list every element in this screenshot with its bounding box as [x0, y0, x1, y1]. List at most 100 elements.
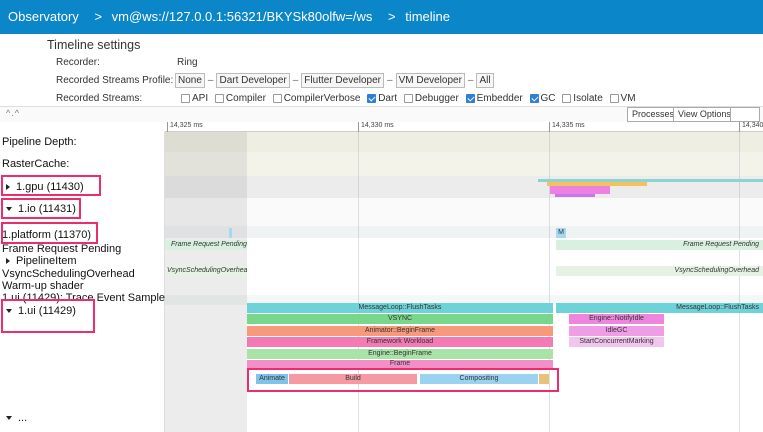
- settings-title: Timeline settings: [47, 38, 141, 52]
- breadcrumb: Observatory > vm@ws://127.0.0.1:56321/BK…: [8, 9, 456, 24]
- animator-begin-frame-slice[interactable]: Animator::BeginFrame: [247, 326, 553, 336]
- expand-arrow-icon[interactable]: [6, 258, 10, 265]
- raster-cache-band: [165, 152, 763, 176]
- stream-label: Embedder: [476, 93, 523, 104]
- top-bar: Observatory > vm@ws://127.0.0.1:56321/BK…: [0, 0, 763, 34]
- time-ruler: 14,325 ms 14,330 ms 14,335 ms 14,340 ms: [165, 122, 763, 132]
- highlight-box: [1, 222, 98, 244]
- streams-label: Recorded Streams:: [56, 93, 143, 104]
- stream-label: Dart: [378, 93, 398, 104]
- idle-gc-slice[interactable]: IdleGC: [569, 326, 664, 336]
- profile-label: Recorded Streams Profile:: [56, 75, 174, 86]
- start-concurrent-marking-slice[interactable]: StartConcurrentMarking: [569, 337, 664, 347]
- stream-label: Debugger: [414, 93, 459, 104]
- timeline-settings: Timeline settings Recorder: Ring Recorde…: [0, 34, 763, 106]
- frame-request-pending-slice[interactable]: Frame Request Pending: [165, 240, 247, 250]
- gpu-slice[interactable]: [555, 194, 595, 197]
- processes-button[interactable]: Processes: [627, 107, 680, 122]
- crumb-timeline: timeline: [405, 9, 450, 24]
- stream-embedder-checkbox[interactable]: Embedder: [465, 93, 523, 104]
- track-pipeline-item[interactable]: PipelineItem: [6, 255, 77, 267]
- frame-slice[interactable]: Frame: [247, 360, 553, 368]
- collapse-arrow-icon[interactable]: [6, 416, 12, 421]
- framework-workload-slice[interactable]: Framework Workload: [247, 337, 553, 347]
- track-pipeline-depth: Pipeline Depth:: [2, 136, 77, 148]
- profile-all-button[interactable]: All: [476, 73, 494, 88]
- checkbox-box[interactable]: [403, 94, 413, 103]
- checkbox-box[interactable]: [465, 94, 475, 103]
- vsync-slice[interactable]: VSYNC: [247, 314, 553, 324]
- track-more[interactable]: ...: [6, 412, 27, 424]
- io-band: [165, 198, 763, 226]
- stream-debugger-checkbox[interactable]: Debugger: [403, 93, 459, 104]
- crumb-observatory[interactable]: Observatory: [8, 9, 79, 24]
- gpu-slice[interactable]: [550, 186, 610, 194]
- checkbox-box[interactable]: [272, 94, 282, 103]
- stream-label: VM: [620, 93, 636, 104]
- track-vsync-overhead: VsyncSchedulingOverhead: [2, 268, 135, 280]
- messageloop-slice[interactable]: MessageLoop::FlushTasks: [247, 303, 553, 313]
- platform-band: [165, 226, 763, 238]
- stream-compilerverbose-checkbox[interactable]: CompilerVerbose: [272, 93, 360, 104]
- profile-none-button[interactable]: None: [175, 73, 205, 88]
- profile-vm-developer-button[interactable]: VM Developer: [395, 73, 465, 88]
- ruler-tick: 14,325 ms: [167, 122, 203, 132]
- vsync-overhead-label: VsyncSchedulingOverhead: [674, 267, 759, 274]
- highlight-box: [1, 175, 101, 196]
- recorder-label: Recorder:: [56, 57, 100, 68]
- checkbox-box[interactable]: [562, 94, 572, 103]
- stream-compiler-checkbox[interactable]: Compiler: [214, 93, 266, 104]
- search-input[interactable]: [730, 107, 760, 122]
- stream-label: API: [192, 93, 209, 104]
- stream-api-checkbox[interactable]: API: [181, 93, 208, 104]
- track-more-label: ...: [18, 412, 28, 424]
- checkbox-box[interactable]: [367, 94, 377, 103]
- collapse-icon[interactable]: ^.^: [6, 108, 20, 118]
- checkbox-box[interactable]: [609, 94, 619, 103]
- stream-label: Compiler: [225, 93, 266, 104]
- crumb-vm[interactable]: vm@ws://127.0.0.1:56321/BKYSk80olfw=/ws: [112, 9, 373, 24]
- frame-request-pending-label: Frame Request Pending: [683, 241, 759, 248]
- stream-label: Isolate: [573, 93, 603, 104]
- highlight-box: [1, 299, 95, 333]
- timeline-tracks[interactable]: M Frame Request Pending Frame Request Pe…: [165, 132, 763, 432]
- engine-notify-idle-slice[interactable]: Engine::NotifyIdle: [569, 314, 664, 324]
- engine-begin-frame-slice[interactable]: Engine::BeginFrame: [247, 349, 553, 359]
- highlight-box: [247, 368, 559, 392]
- track-raster-cache: RasterCache:: [2, 158, 70, 170]
- view-options-button[interactable]: View Options: [673, 107, 736, 122]
- checkbox-box[interactable]: [181, 94, 190, 103]
- profile-flutter-developer-button[interactable]: Flutter Developer: [301, 73, 384, 88]
- frame-request-pending-slice[interactable]: Frame Request Pending: [556, 240, 763, 250]
- pipeline-depth-band: [165, 132, 763, 152]
- vsync-overhead-slice[interactable]: VsyncSchedulingOverhead: [165, 266, 247, 276]
- checkbox-box[interactable]: [529, 94, 539, 103]
- stream-dart-checkbox[interactable]: Dart: [367, 93, 397, 104]
- crumb-separator: >: [387, 9, 396, 24]
- track-frame-request-pending: Frame Request Pending: [2, 243, 122, 255]
- profile-dart-developer-button[interactable]: Dart Developer: [216, 73, 290, 88]
- profile-options: None – Dart Developer – Flutter Developer – VM…: [175, 73, 494, 88]
- streams-checkboxes: API Compiler CompilerVerbose Dart Debugg…: [181, 93, 640, 106]
- ruler-tick: 14,340 ms: [739, 122, 763, 132]
- recorder-value: Ring: [177, 57, 198, 68]
- stream-label: GC: [540, 93, 556, 104]
- past-region-shade: [165, 132, 247, 432]
- platform-slice[interactable]: M: [556, 228, 566, 238]
- vsync-overhead-slice[interactable]: VsyncSchedulingOverhead: [556, 266, 763, 276]
- stream-vm-checkbox[interactable]: VM: [609, 93, 636, 104]
- track-warmup-shader: Warm-up shader: [2, 280, 84, 292]
- stream-gc-checkbox[interactable]: GC: [529, 93, 556, 104]
- timeline-toolbar: ^.^ Processes View Options: [0, 106, 763, 122]
- platform-slice[interactable]: [229, 228, 232, 238]
- ruler-tick: 14,330 ms: [358, 122, 394, 132]
- vsync-overhead-label: VsyncSchedulingOverhead: [167, 267, 247, 274]
- stream-isolate-checkbox[interactable]: Isolate: [562, 93, 603, 104]
- frame-request-pending-label: Frame Request Pending: [171, 241, 247, 248]
- track-pipeline-item-label: PipelineItem: [16, 255, 77, 267]
- highlight-box: [1, 198, 81, 219]
- gridline: [739, 132, 740, 432]
- crumb-separator: >: [94, 9, 103, 24]
- checkbox-box[interactable]: [214, 94, 224, 103]
- messageloop-slice[interactable]: MessageLoop::FlushTasks: [556, 303, 763, 313]
